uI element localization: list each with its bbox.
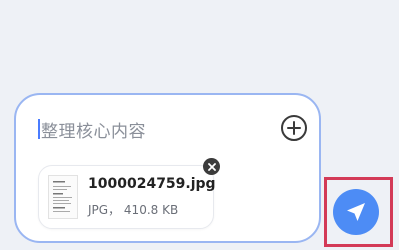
paper-plane-icon (347, 203, 365, 221)
add-attachment-button[interactable] (281, 115, 307, 141)
plus-icon (287, 121, 301, 135)
chat-composer: 整理核心内容 1000024759.jpg JPG， 410.8 KB (14, 93, 321, 243)
attachment-file-size: 410.8 KB (123, 203, 179, 217)
remove-attachment-button[interactable] (203, 158, 220, 175)
attachment-card[interactable]: 1000024759.jpg JPG， 410.8 KB (38, 165, 216, 229)
input-placeholder: 整理核心内容 (41, 121, 146, 142)
attachment-file-type: JPG (88, 203, 109, 217)
close-icon (207, 162, 216, 171)
attachment-file-meta: JPG， 410.8 KB (88, 201, 178, 218)
attachment-file-name: 1000024759.jpg (88, 176, 216, 192)
message-input[interactable]: 整理核心内容 (38, 117, 146, 142)
attachment-meta-separator: ， (108, 203, 121, 217)
send-button[interactable] (333, 189, 379, 235)
text-caret (38, 119, 40, 139)
attachment-thumbnail (48, 175, 78, 219)
